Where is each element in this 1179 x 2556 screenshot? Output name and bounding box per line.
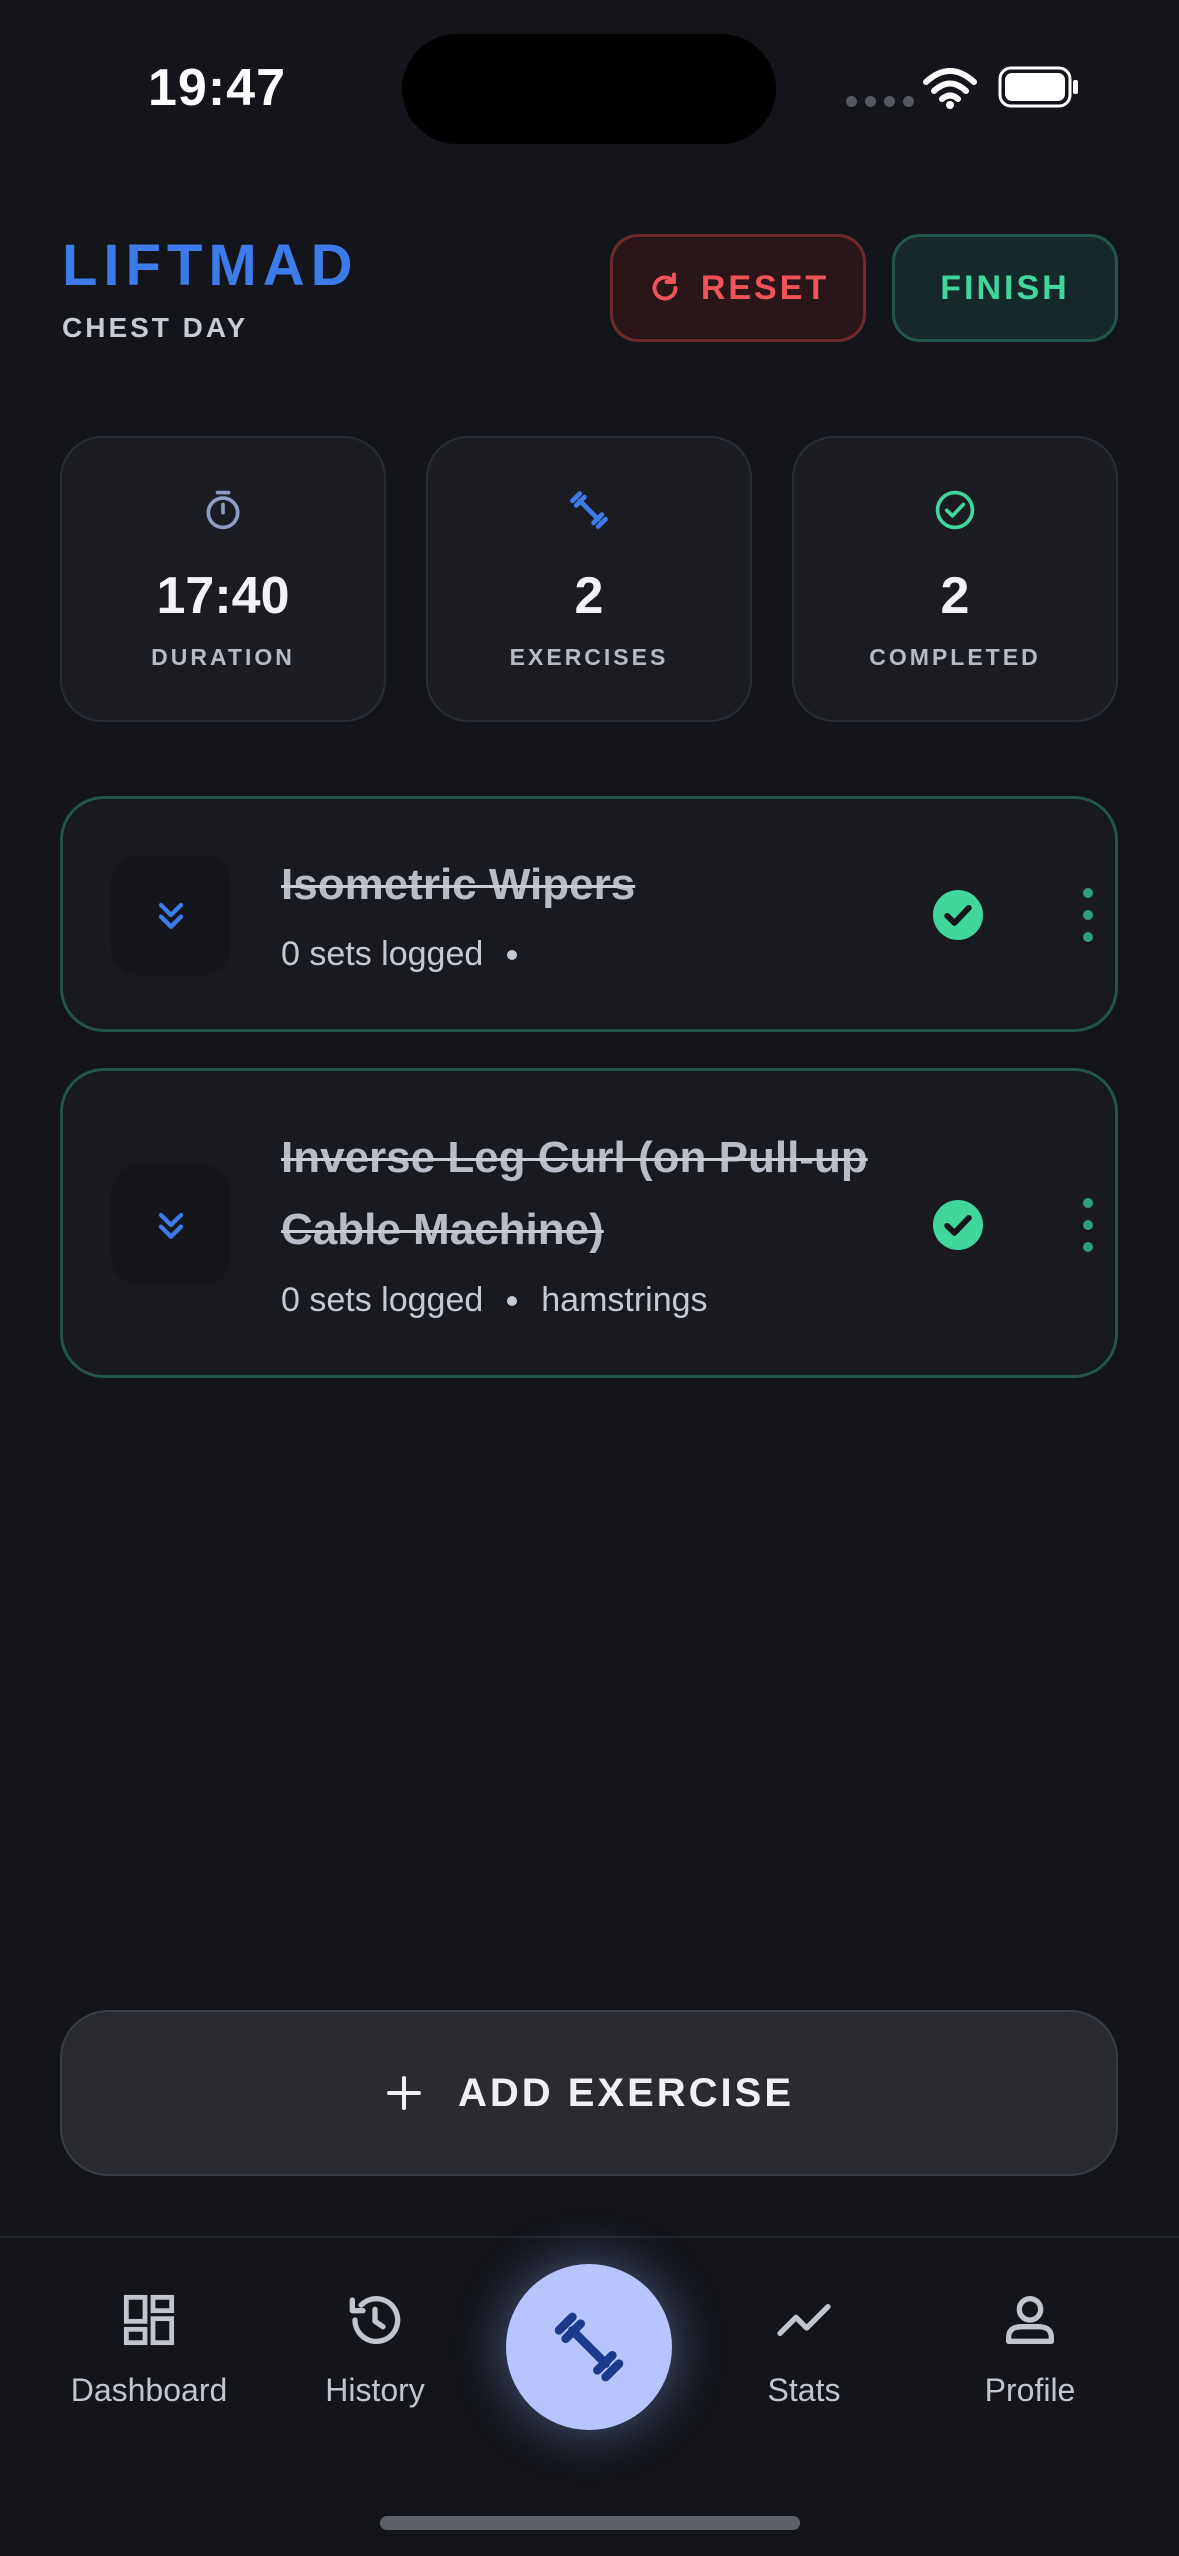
finish-button[interactable]: FINISH xyxy=(892,234,1118,342)
home-indicator xyxy=(380,2516,800,2530)
stopwatch-icon xyxy=(206,490,240,530)
stat-value: 2 xyxy=(940,567,970,625)
refresh-icon xyxy=(652,272,678,301)
battery-icon xyxy=(998,66,1078,108)
expand-button[interactable] xyxy=(111,855,231,975)
stats-icon xyxy=(777,2304,831,2336)
stat-value: 17:40 xyxy=(156,567,290,625)
nav-item-profile[interactable]: Profile xyxy=(920,2288,1140,2409)
sets-logged: 0 sets logged xyxy=(281,1281,484,1319)
bottom-nav: Dashboard History Stats Profile xyxy=(0,2236,1179,2556)
separator-dot xyxy=(507,1295,518,1306)
finish-label: FINISH xyxy=(940,268,1070,307)
stat-label: EXERCISES xyxy=(509,644,669,670)
sets-logged: 0 sets logged xyxy=(281,935,484,973)
dashboard-icon xyxy=(123,2294,175,2346)
plus-icon xyxy=(386,2076,421,2110)
stat-card-completed: 2 COMPLETED xyxy=(792,436,1118,722)
nav-label: Stats xyxy=(767,2372,841,2408)
app-brand: LIFTMAD xyxy=(62,233,359,298)
cellular-signal-icon xyxy=(846,96,914,107)
exercise-card[interactable]: Isometric Wipers 0 sets logged xyxy=(60,796,1118,1032)
chevron-double-down-icon xyxy=(158,902,184,929)
history-icon xyxy=(349,2296,401,2345)
dumbbell-icon xyxy=(570,491,608,529)
profile-icon xyxy=(1006,2296,1054,2344)
nav-item-history[interactable]: History xyxy=(265,2288,485,2409)
check-circle-icon xyxy=(933,1200,983,1250)
workout-screen: 19:47 LIFTMAD CHEST DAY RESET FINISH 17:… xyxy=(0,0,1179,2556)
dumbbell-icon xyxy=(554,2312,624,2382)
exercise-name: Isometric Wipers xyxy=(281,860,636,909)
check-circle-icon xyxy=(935,490,975,530)
more-vertical-icon[interactable] xyxy=(1081,1195,1095,1255)
separator-dot xyxy=(507,949,518,960)
stat-label: DURATION xyxy=(151,644,295,670)
exercise-name: Inverse Leg Curl (on Pull-up Cable Machi… xyxy=(281,1133,868,1254)
stat-label: COMPLETED xyxy=(869,644,1041,670)
add-exercise-label: ADD EXERCISE xyxy=(457,2070,795,2115)
reset-button[interactable]: RESET xyxy=(610,234,866,342)
nav-item-stats[interactable]: Stats xyxy=(694,2288,914,2409)
nav-label: Profile xyxy=(984,2372,1076,2408)
stat-value: 2 xyxy=(574,567,604,625)
more-vertical-icon[interactable] xyxy=(1081,885,1095,945)
exercise-card[interactable]: Inverse Leg Curl (on Pull-up Cable Machi… xyxy=(60,1068,1118,1378)
expand-button[interactable] xyxy=(111,1165,231,1285)
wifi-icon xyxy=(923,68,977,109)
nav-label: History xyxy=(325,2372,425,2408)
add-exercise-button[interactable]: ADD EXERCISE xyxy=(60,2010,1118,2176)
exercise-meta: 0 sets logged hamstrings xyxy=(281,1281,708,1320)
reset-label: RESET xyxy=(700,268,830,307)
exercise-meta: 0 sets logged xyxy=(281,935,541,974)
chevron-double-down-icon xyxy=(158,1212,184,1239)
muscle-group: hamstrings xyxy=(541,1281,708,1319)
dynamic-island xyxy=(402,34,776,144)
status-time: 19:47 xyxy=(148,59,286,117)
check-circle-icon xyxy=(933,890,983,940)
active-workout-button[interactable] xyxy=(506,2264,672,2430)
stat-card-exercises: 2 EXERCISES xyxy=(426,436,752,722)
nav-label: Dashboard xyxy=(70,2372,228,2408)
stat-card-duration: 17:40 DURATION xyxy=(60,436,386,722)
nav-item-dashboard[interactable]: Dashboard xyxy=(39,2288,259,2409)
workout-title: CHEST DAY xyxy=(62,312,249,343)
